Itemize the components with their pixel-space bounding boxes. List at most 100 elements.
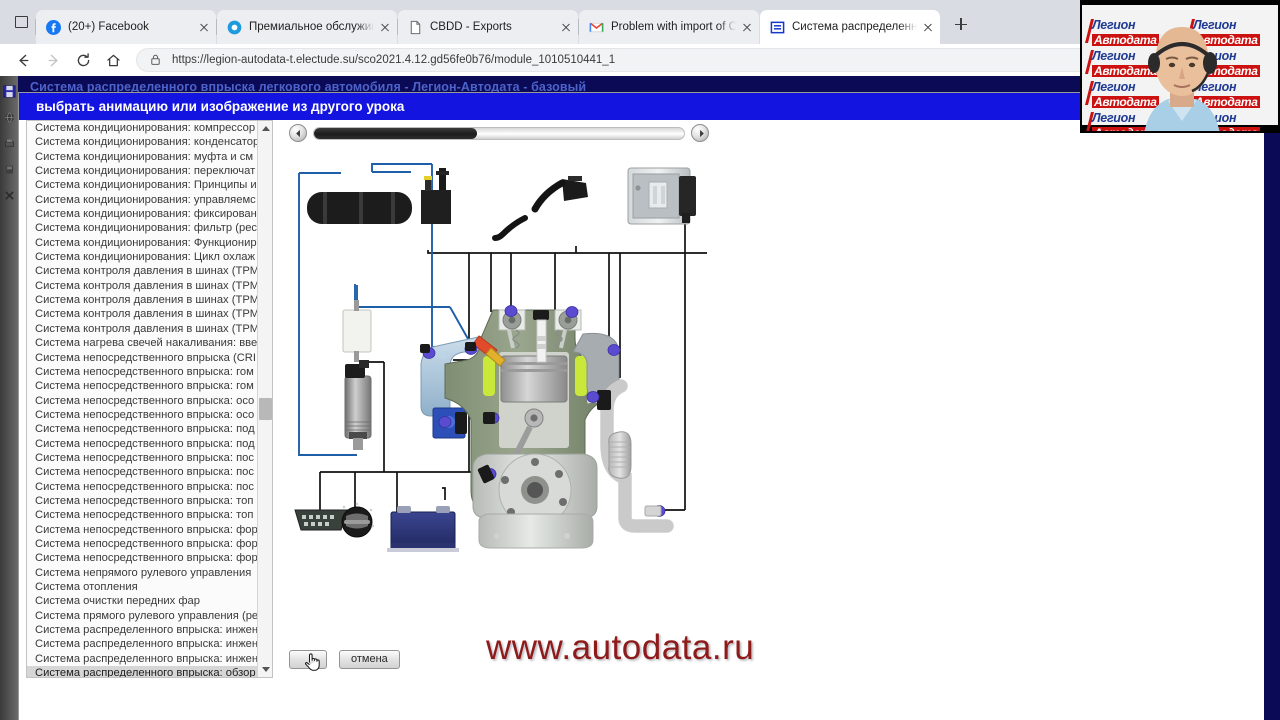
list-item[interactable]: Система непосредственного впрыска: осо: [27, 408, 258, 422]
book-icon[interactable]: [0, 156, 18, 182]
charcoal-canister: [307, 192, 412, 224]
home-icon[interactable]: [98, 46, 128, 74]
slider-next-icon[interactable]: [691, 124, 709, 142]
preview-panel: www.autodata.ru отмена: [281, 120, 1256, 720]
browser-tab-1[interactable]: Премиальное обслуживание —: [216, 10, 397, 44]
globe-icon[interactable]: [0, 104, 18, 130]
list-item[interactable]: Система непосредственного впрыска: топ: [27, 494, 258, 508]
select-media-dialog: выбрать анимацию или изображение из друг…: [18, 92, 1264, 720]
lambda-sensor: [644, 505, 662, 517]
slider-track[interactable]: [313, 126, 685, 140]
list-item[interactable]: Система контроля давления в шинах (TPM: [27, 322, 258, 336]
list-item[interactable]: Система кондиционирования: Принципы и: [27, 178, 258, 192]
webcam-overlay: Легион Автодата Легион Автодата Легион Автода…: [1080, 0, 1280, 133]
new-tab-button[interactable]: [947, 10, 975, 38]
lock-icon: [149, 53, 163, 67]
screen-root: (20+) Facebook Премиальное обслуживание …: [0, 0, 1280, 720]
preview-slider[interactable]: [289, 120, 709, 146]
knock-sensor: [483, 412, 495, 424]
list-item[interactable]: Система прямого рулевого управления (ре: [27, 609, 258, 623]
list-item[interactable]: Система непосредственного впрыска: пос: [27, 451, 258, 465]
list-item[interactable]: Система контроля давления в шинах (TPM: [27, 264, 258, 278]
browser-tab-3[interactable]: Problem with import of CSV files: [578, 10, 759, 44]
close-icon[interactable]: [376, 19, 393, 36]
gmail-icon: [588, 19, 604, 35]
back-arrow-icon[interactable]: [8, 46, 38, 74]
list-item[interactable]: Система непосредственного впрыска: осо: [27, 394, 258, 408]
browser-tab-4[interactable]: Система распределенного впр: [760, 10, 940, 44]
scroll-down-arrow-icon[interactable]: [258, 662, 272, 677]
list-item[interactable]: Система кондиционирования: Функционир: [27, 236, 258, 250]
list-item[interactable]: Система кондиционирования: компрессор: [27, 121, 258, 135]
document-icon: [407, 19, 423, 35]
watermark: www.autodata.ru: [486, 628, 755, 667]
blue-circle-icon: [226, 19, 242, 35]
list-item[interactable]: Система кондиционирования: переключат: [27, 164, 258, 178]
list-item[interactable]: Система кондиционирования: муфта и см: [27, 150, 258, 164]
forward-arrow-icon[interactable]: [38, 46, 68, 74]
engine-diagram-svg: [287, 150, 717, 560]
tab-label: Система распределенного впр: [792, 21, 917, 33]
list-item[interactable]: Система непосредственного впрыска: фор: [27, 551, 258, 565]
webcam-background: Легион Автодата Легион Автодата Легион Автода…: [1082, 5, 1278, 131]
tab-list-icon[interactable]: [6, 7, 36, 37]
list-item[interactable]: Система кондиционирования: Цикл охлаж: [27, 250, 258, 264]
lesson-application: Система распределенного впрыска легковог…: [0, 76, 1280, 720]
presenter-figure: [1144, 27, 1220, 131]
dialog-body: Система кондиционирования: компрессор Сис…: [19, 120, 1264, 720]
list-scrollbar[interactable]: [257, 121, 272, 677]
list-item[interactable]: Система непосредственного впрыска: пос: [27, 465, 258, 479]
list-item[interactable]: Система непосредственного впрыска: гом: [27, 379, 258, 393]
list-item[interactable]: Система кондиционирования: управляемс: [27, 193, 258, 207]
list-item[interactable]: Система кондиционирования: фильтр (рес: [27, 221, 258, 235]
scrollbar-thumb[interactable]: [259, 398, 272, 421]
slider-fill: [314, 127, 477, 139]
list-item[interactable]: Система отопления: [27, 580, 258, 594]
list-item[interactable]: Система непосредственного впрыска: под: [27, 437, 258, 451]
lesson-list[interactable]: Система кондиционирования: компрессор Сис…: [26, 120, 273, 678]
browser-tab-2[interactable]: CBDD - Exports: [397, 10, 578, 44]
list-item[interactable]: Система распределенного впрыска: инжен: [27, 637, 258, 651]
list-item[interactable]: Система распределенного впрыска: инжен: [27, 623, 258, 637]
tab-label: Problem with import of CSV files: [611, 21, 736, 33]
list-item[interactable]: Система непосредственного впрыска: гом: [27, 365, 258, 379]
list-item[interactable]: Система нагрева свечей накаливания: вве: [27, 336, 258, 350]
list-item[interactable]: Система непосредственного впрыска: фор: [27, 523, 258, 537]
slider-prev-icon[interactable]: [289, 124, 307, 142]
tab-label: (20+) Facebook: [68, 21, 149, 33]
engine-diagram: [287, 150, 717, 560]
list-item[interactable]: Система распределенного впрыска: инжен: [27, 652, 258, 666]
list-item[interactable]: Система распределенного впрыска: обзор: [27, 666, 258, 677]
list-item[interactable]: Система непосредственного впрыска: фор: [27, 537, 258, 551]
close-icon[interactable]: [738, 19, 755, 36]
close-icon[interactable]: [919, 19, 936, 36]
list-item[interactable]: Система непосредственного впрыска: под: [27, 422, 258, 436]
list-item[interactable]: Система непрямого рулевого управления: [27, 566, 258, 580]
browser-tab-0[interactable]: (20+) Facebook: [35, 10, 216, 44]
list-item[interactable]: Система непосредственного впрыска (CRI: [27, 351, 258, 365]
reload-icon[interactable]: [68, 46, 98, 74]
list-item[interactable]: Система кондиционирования: фиксирован: [27, 207, 258, 221]
engine-control-unit: [627, 167, 696, 225]
scroll-up-arrow-icon[interactable]: [258, 121, 272, 136]
close-icon[interactable]: [557, 19, 574, 36]
catalytic-converter: [608, 431, 632, 479]
list-item[interactable]: Система очистки передних фар: [27, 594, 258, 608]
cancel-button[interactable]: отмена: [339, 649, 400, 669]
list-item[interactable]: Система контроля давления в шинах (TPM: [27, 279, 258, 293]
list-item[interactable]: Система контроля давления в шинах (TPM: [27, 307, 258, 321]
hand-cursor-icon: [303, 651, 323, 673]
print-icon[interactable]: [0, 130, 18, 156]
list-item[interactable]: Система непосредственного впрыска: пос: [27, 480, 258, 494]
dialog-title: выбрать анимацию или изображение из друг…: [19, 93, 1264, 120]
app-left-toolbar: [0, 76, 18, 720]
list-item[interactable]: Система контроля давления в шинах (TPM: [27, 293, 258, 307]
save-icon[interactable]: [0, 78, 18, 104]
list-item[interactable]: Система кондиционирования: конденсатор: [27, 135, 258, 149]
close-icon[interactable]: [0, 182, 18, 208]
blue-doc-icon: [769, 19, 785, 35]
close-icon[interactable]: [195, 19, 212, 36]
tab-label: Премиальное обслуживание —: [249, 21, 374, 33]
list-item[interactable]: Система непосредственного впрыска: топ: [27, 508, 258, 522]
tab-label: CBDD - Exports: [430, 21, 512, 33]
